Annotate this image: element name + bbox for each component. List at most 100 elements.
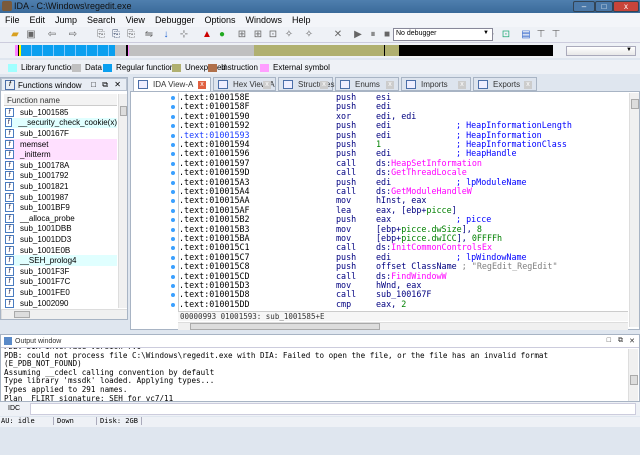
code-horizontal-scrollbar[interactable] <box>178 322 628 330</box>
float-icon[interactable]: ⧉ <box>618 337 623 345</box>
tab-ida-view-a[interactable]: IDA View-A x <box>133 77 211 92</box>
functions-vertical-scrollbar[interactable] <box>118 94 127 308</box>
tab-imports[interactable]: Imports x <box>401 77 471 91</box>
menu-debugger[interactable]: Debugger <box>150 13 200 27</box>
tab-icon <box>478 80 488 89</box>
new-instance-icon[interactable]: ⊡ <box>500 29 512 41</box>
code-icon[interactable]: ⊞ <box>236 29 248 41</box>
function-list-item[interactable]: f sub_1002090 <box>5 298 117 309</box>
function-list-item[interactable]: f __security_check_cookie(x) <box>5 117 117 129</box>
function-list-item[interactable]: f sub_1001987 <box>5 192 117 203</box>
flow-marker-icon <box>171 161 175 166</box>
function-name: sub_1001DBB <box>20 224 72 234</box>
menu-help[interactable]: Help <box>287 13 316 27</box>
clear-trace-icon[interactable]: ⊤ <box>550 29 562 41</box>
app-icon <box>2 1 12 11</box>
legend-item: Instruction <box>208 63 258 72</box>
search-icon[interactable]: ⇋ <box>143 29 155 41</box>
function-name-column-header[interactable]: Function name <box>4 94 117 106</box>
function-list-item[interactable]: f sub_1001E0B <box>5 245 117 256</box>
legend-label: Data <box>85 63 102 72</box>
window-title: IDA - C:\Windows\regedit.exe <box>14 1 132 11</box>
function-list-item[interactable]: f sub_1001FE0 <box>5 287 117 298</box>
code-status-line: 00000993 01001593: sub_1001585+E <box>178 311 628 321</box>
close-tab-icon[interactable]: x <box>524 81 532 89</box>
jump-down-icon[interactable]: ↓ <box>160 29 172 41</box>
function-list-item[interactable]: f sub_1001BF9 <box>5 202 117 213</box>
function-list-item[interactable]: f sub_1001821 <box>5 181 117 192</box>
tab-exports[interactable]: Exports x <box>473 77 537 91</box>
navbar-segment <box>129 45 254 56</box>
debugger-select[interactable]: No debugger ▼ <box>393 28 493 41</box>
close-tab-icon[interactable]: x <box>263 81 271 89</box>
close-tab-icon[interactable]: x <box>386 81 394 89</box>
minimize-button[interactable]: – <box>573 1 595 12</box>
legend-item: Data <box>72 63 102 72</box>
functions-horizontal-scrollbar[interactable] <box>1 309 127 319</box>
restore-icon[interactable]: □ <box>607 337 611 344</box>
function-list-item[interactable]: f sub_1001DBB <box>5 224 117 235</box>
stop-process-icon[interactable]: ■ <box>381 29 393 41</box>
idc-input[interactable] <box>30 403 636 415</box>
close-tab-icon[interactable]: x <box>198 81 206 89</box>
forward-icon[interactable]: ⇨ <box>67 29 79 41</box>
data-icon[interactable]: ⊞ <box>252 29 264 41</box>
binary-icon[interactable]: ⎘ <box>125 29 137 41</box>
function-list-item[interactable]: f __alloca_probe <box>5 213 117 224</box>
graph-icon[interactable]: ▲ <box>201 29 213 41</box>
function-list-item[interactable]: f sub_1001F3F <box>5 266 117 277</box>
open-icon[interactable]: ▰ <box>9 29 21 41</box>
text-icon[interactable]: ⎘ <box>110 29 122 41</box>
struct-icon[interactable]: ✧ <box>303 29 315 41</box>
function-list-item[interactable]: f sub_100178A <box>5 160 117 171</box>
breakpoints-icon[interactable]: ▤ <box>520 29 532 41</box>
segment-select[interactable]: ▼ <box>566 46 636 56</box>
string-icon[interactable]: ✧ <box>283 29 295 41</box>
close-tab-icon[interactable]: x <box>320 81 328 89</box>
trace-icon[interactable]: ⊤ <box>535 29 547 41</box>
run-icon[interactable]: ● <box>216 29 228 41</box>
hex-icon[interactable]: ⎘ <box>95 29 107 41</box>
menu-options[interactable]: Options <box>199 13 240 27</box>
function-list-item[interactable]: f sub_1001F7C <box>5 277 117 288</box>
function-name: sub_100178A <box>20 160 70 170</box>
tab-structures[interactable]: Structures x <box>278 77 334 91</box>
code-vertical-scrollbar[interactable] <box>629 93 639 327</box>
tab-label: IDA View-A <box>153 80 194 89</box>
output-text[interactable]: PDB: DIA interface version 7.0PDB: could… <box>4 348 624 401</box>
save-icon[interactable]: ▣ <box>25 29 37 41</box>
function-list-item[interactable]: f sub_1001DD3 <box>5 234 117 245</box>
code-line[interactable]: .text:010015DD cmp eax, 2 <box>179 299 629 309</box>
menu-view[interactable]: View <box>121 13 150 27</box>
float-icon[interactable]: ⧉ <box>102 80 108 90</box>
menu-file[interactable]: File <box>0 13 25 27</box>
disassembly-listing[interactable]: .text:0100158E push esi .text:0100158F push e… <box>178 92 629 315</box>
start-process-icon[interactable]: ▶ <box>352 29 364 41</box>
close-icon[interactable]: ✕ <box>114 80 121 89</box>
align-icon[interactable]: ⊡ <box>267 29 279 41</box>
menu-jump[interactable]: Jump <box>50 13 82 27</box>
close-tab-icon[interactable]: x <box>458 81 466 89</box>
calc-icon[interactable]: ⊹ <box>178 29 190 41</box>
function-list-item[interactable]: f sub_100167F <box>5 128 117 139</box>
function-list-item[interactable]: f sub_1001792 <box>5 171 117 182</box>
back-icon[interactable]: ⇦ <box>46 29 58 41</box>
undefine-icon[interactable]: ✕ <box>332 29 344 41</box>
function-list-item[interactable]: f __SEH_prolog4 <box>5 255 117 266</box>
menu-windows[interactable]: Windows <box>241 13 288 27</box>
tab-enums[interactable]: Enums x <box>335 77 399 91</box>
function-list-item[interactable]: f _initterm <box>5 149 117 160</box>
restore-icon[interactable]: □ <box>91 80 96 89</box>
menu-edit[interactable]: Edit <box>25 13 51 27</box>
function-list-item[interactable]: f memset <box>5 138 117 150</box>
output-vertical-scrollbar[interactable] <box>628 349 638 401</box>
pause-process-icon[interactable]: ⏸ <box>367 29 379 41</box>
maximize-button[interactable]: □ <box>595 1 613 12</box>
menu-search[interactable]: Search <box>82 13 121 27</box>
function-list-item[interactable]: f sub_1001585 <box>5 107 117 118</box>
function-name: __security_check_cookie(x) <box>18 118 117 128</box>
tab-hex-view-a[interactable]: Hex View-A x <box>213 77 276 91</box>
close-button[interactable]: x <box>613 1 639 12</box>
navigation-bar[interactable] <box>15 45 553 56</box>
close-icon[interactable]: ✕ <box>629 337 635 345</box>
